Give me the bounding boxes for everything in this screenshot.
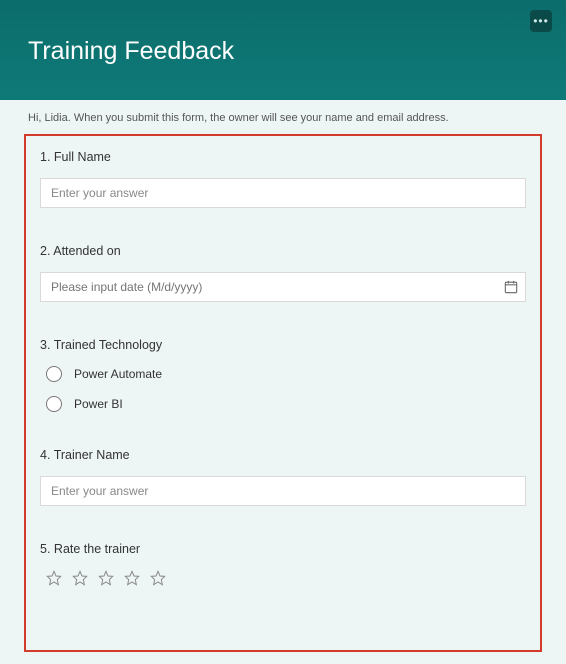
radio-label: Power Automate (74, 367, 162, 381)
date-field-wrap (40, 272, 526, 302)
more-icon: ••• (533, 15, 549, 27)
question-label: 1. Full Name (40, 150, 526, 164)
question-trained-technology: 3. Trained Technology Power Automate Pow… (40, 338, 526, 412)
form-body: 1. Full Name 2. Attended on 3. Trained T… (24, 134, 542, 652)
star-icon[interactable] (150, 570, 166, 586)
question-attended-on: 2. Attended on (40, 244, 526, 302)
question-label: 2. Attended on (40, 244, 526, 258)
privacy-notice: Hi, Lidia. When you submit this form, th… (0, 100, 566, 134)
form-title: Training Feedback (28, 37, 234, 66)
question-label: 4. Trainer Name (40, 448, 526, 462)
star-icon[interactable] (124, 570, 140, 586)
star-icon[interactable] (46, 570, 62, 586)
question-trainer-name: 4. Trainer Name (40, 448, 526, 506)
radio-option-power-automate[interactable]: Power Automate (46, 366, 526, 382)
rating-stars (46, 570, 526, 586)
star-icon[interactable] (72, 570, 88, 586)
attended-on-input[interactable] (40, 272, 526, 302)
full-name-input[interactable] (40, 178, 526, 208)
more-options-button[interactable]: ••• (530, 10, 552, 32)
trainer-name-input[interactable] (40, 476, 526, 506)
star-icon[interactable] (98, 570, 114, 586)
question-label: 5. Rate the trainer (40, 542, 526, 556)
radio-icon (46, 396, 62, 412)
radio-option-power-bi[interactable]: Power BI (46, 396, 526, 412)
question-full-name: 1. Full Name (40, 150, 526, 208)
radio-icon (46, 366, 62, 382)
form-header: ••• Training Feedback (0, 0, 566, 100)
calendar-icon[interactable] (504, 280, 518, 294)
radio-label: Power BI (74, 397, 123, 411)
question-label: 3. Trained Technology (40, 338, 526, 352)
question-rate-trainer: 5. Rate the trainer (40, 542, 526, 586)
